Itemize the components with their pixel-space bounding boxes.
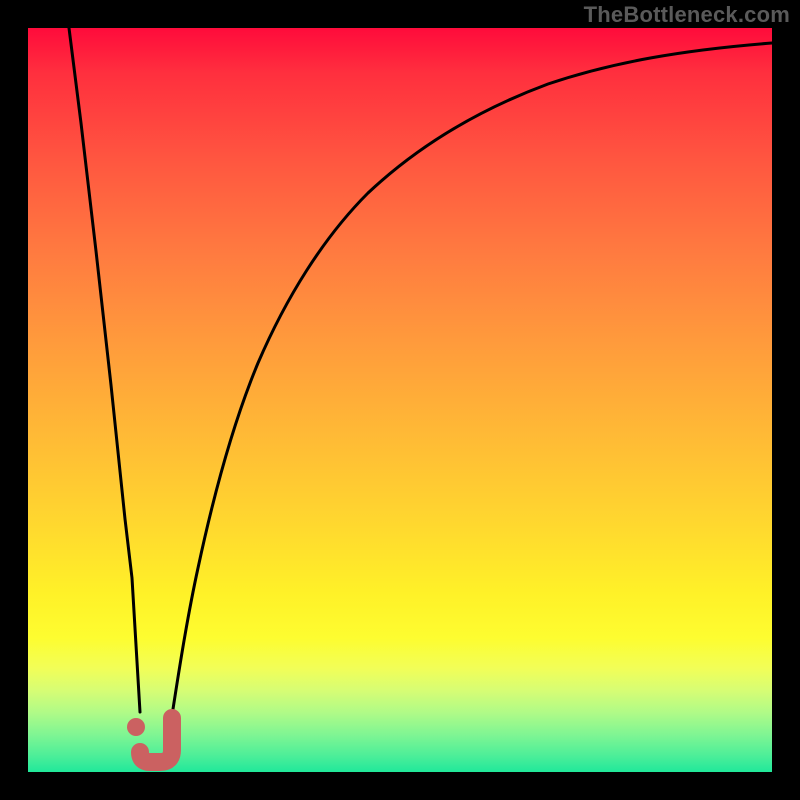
marker-j-shape xyxy=(140,718,172,762)
curve-layer xyxy=(28,28,772,772)
curve-left-branch xyxy=(69,28,140,712)
marker-dot xyxy=(127,718,145,736)
plot-area xyxy=(28,28,772,772)
curve-right-branch xyxy=(169,43,772,735)
watermark-text: TheBottleneck.com xyxy=(584,2,790,28)
chart-frame: TheBottleneck.com xyxy=(0,0,800,800)
data-marker xyxy=(127,718,172,762)
